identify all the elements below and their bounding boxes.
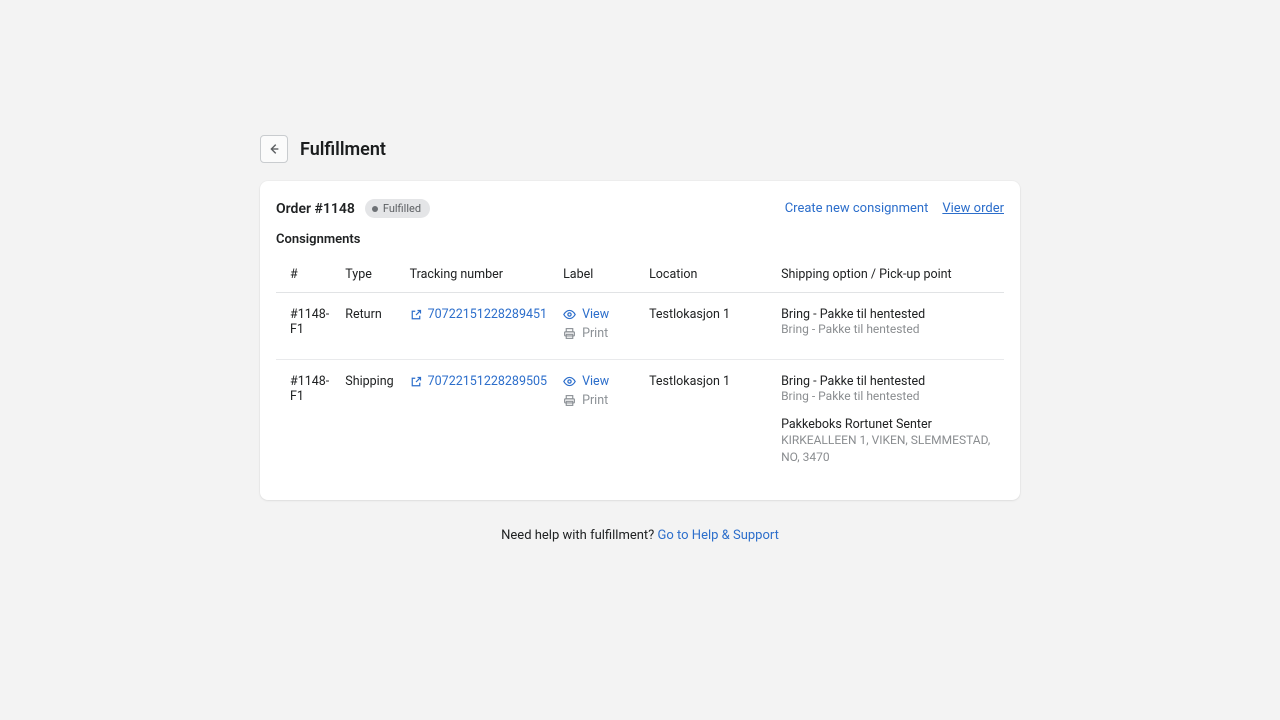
shipping-option-sub: Bring - Pakke til hentested — [781, 389, 996, 403]
dot-icon — [372, 206, 378, 212]
cell-type: Shipping — [337, 360, 401, 480]
external-link-icon — [410, 376, 422, 388]
create-consignment-link[interactable]: Create new consignment — [785, 201, 929, 216]
eye-icon — [563, 375, 576, 388]
cell-location: Testlokasjon 1 — [641, 360, 773, 480]
col-shipping: Shipping option / Pick-up point — [773, 257, 1004, 293]
pickup-name: Pakkeboks Rortunet Senter — [781, 417, 996, 432]
col-location: Location — [641, 257, 773, 293]
col-id: # — [276, 257, 337, 293]
shipping-option: Bring - Pakke til hentested — [781, 374, 996, 389]
shipping-option: Bring - Pakke til hentested — [781, 307, 996, 322]
printer-icon — [563, 394, 576, 407]
order-number: Order #1148 — [276, 201, 355, 217]
cell-type: Return — [337, 293, 401, 360]
col-tracking: Tracking number — [402, 257, 555, 293]
print-label-button: Print — [563, 326, 633, 341]
badge-text: Fulfilled — [383, 202, 421, 215]
back-button[interactable] — [260, 135, 288, 163]
cell-location: Testlokasjon 1 — [641, 293, 773, 360]
col-type: Type — [337, 257, 401, 293]
eye-icon — [563, 308, 576, 321]
footer-text: Need help with fulfillment? — [501, 528, 657, 543]
fulfillment-card: Order #1148 Fulfilled Create new consign… — [260, 181, 1020, 500]
status-badge: Fulfilled — [365, 199, 430, 218]
print-label-button: Print — [563, 393, 633, 408]
external-link-icon — [410, 309, 422, 321]
cell-shipping: Bring - Pakke til hentestedBring - Pakke… — [773, 293, 1004, 360]
footer: Need help with fulfillment? Go to Help &… — [260, 528, 1020, 543]
cell-tracking: 70722151228289505 — [402, 360, 555, 480]
printer-icon — [563, 327, 576, 340]
tracking-link[interactable]: 70722151228289505 — [410, 374, 547, 389]
cell-tracking: 70722151228289451 — [402, 293, 555, 360]
consignments-table: # Type Tracking number Label Location Sh… — [276, 257, 1004, 480]
view-label-button[interactable]: View — [563, 307, 633, 322]
consignments-heading: Consignments — [276, 232, 1004, 247]
view-order-link[interactable]: View order — [942, 201, 1004, 216]
col-label: Label — [555, 257, 641, 293]
tracking-link[interactable]: 70722151228289451 — [410, 307, 547, 322]
page-header: Fulfillment — [260, 135, 1020, 163]
page-title: Fulfillment — [300, 139, 386, 160]
pickup-point: Pakkeboks Rortunet SenterKIRKEALLEEN 1, … — [781, 417, 996, 466]
help-support-link[interactable]: Go to Help & Support — [658, 528, 779, 543]
cell-shipping: Bring - Pakke til hentestedBring - Pakke… — [773, 360, 1004, 480]
pickup-address: KIRKEALLEEN 1, VIKEN, SLEMMESTAD, NO, 34… — [781, 432, 996, 466]
view-label-button[interactable]: View — [563, 374, 633, 389]
cell-id: #1148-F1 — [276, 360, 337, 480]
table-row: #1148-F1Return 70722151228289451 View Print… — [276, 293, 1004, 360]
card-header: Order #1148 Fulfilled Create new consign… — [276, 199, 1004, 218]
cell-label: View Print — [555, 293, 641, 360]
table-row: #1148-F1Shipping 70722151228289505 View Pri… — [276, 360, 1004, 480]
cell-id: #1148-F1 — [276, 293, 337, 360]
arrow-left-icon — [267, 142, 281, 156]
shipping-option-sub: Bring - Pakke til hentested — [781, 322, 996, 336]
cell-label: View Print — [555, 360, 641, 480]
